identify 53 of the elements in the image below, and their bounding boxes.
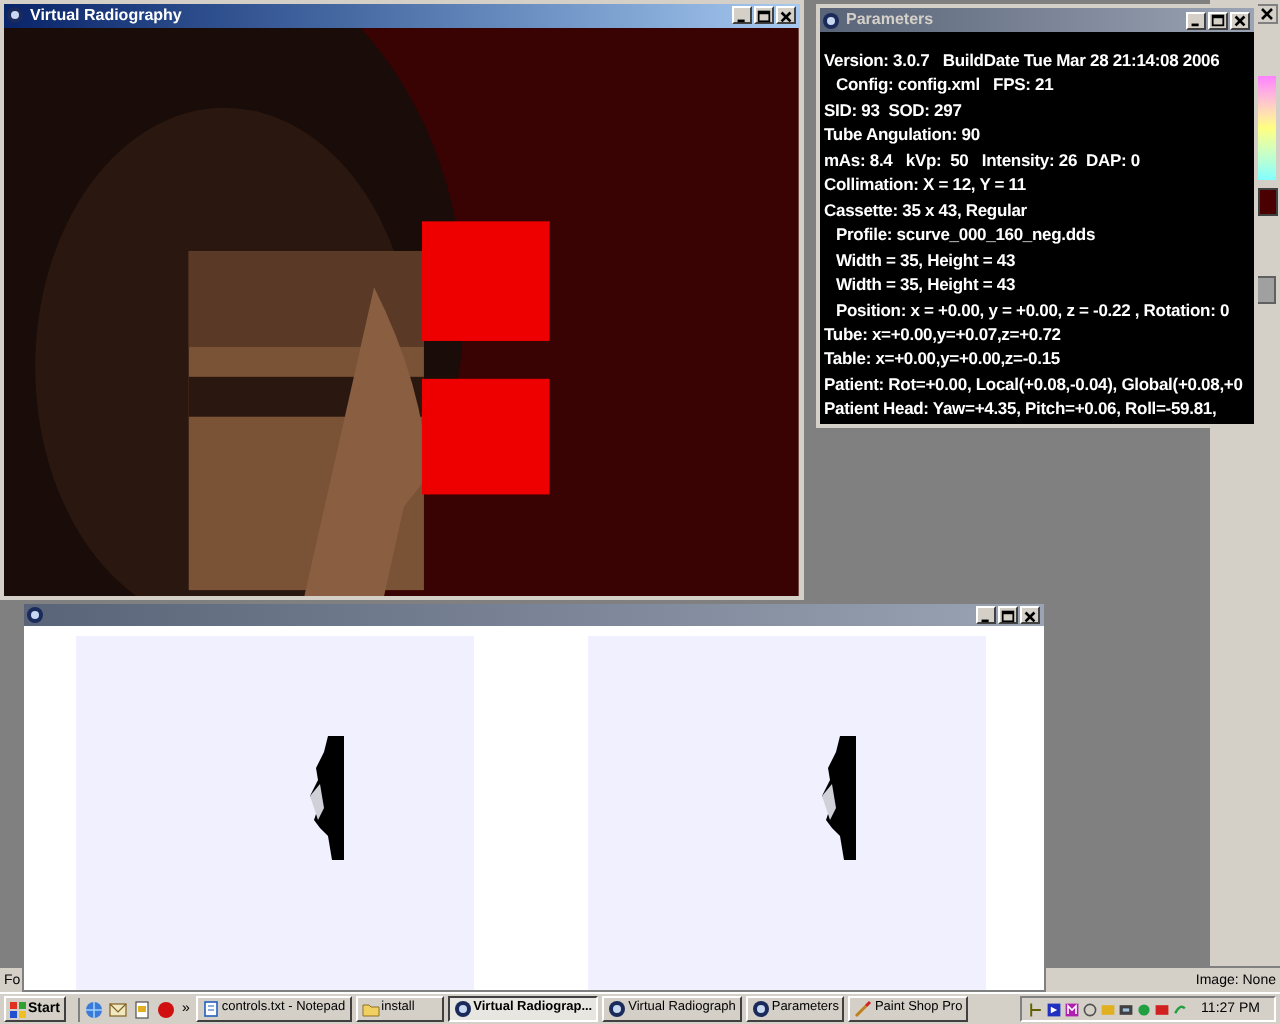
maximize-button[interactable]: [1208, 11, 1228, 29]
maximize-icon: [1210, 12, 1226, 28]
parameter-line: SID: 93 SOD: 297: [824, 97, 962, 123]
parameter-line: Width = 35, Height = 43: [834, 247, 1016, 273]
globe-icon[interactable]: [83, 999, 104, 1019]
palette-control[interactable]: [1256, 276, 1276, 304]
app-icon: [453, 1000, 472, 1018]
ring-icon[interactable]: [1081, 1001, 1098, 1017]
close-button[interactable]: [1256, 4, 1278, 24]
monitor-icon[interactable]: [1117, 1001, 1134, 1017]
parameter-line: Table: x=+0.00,y=+0.00,z=-0.15: [824, 346, 1060, 372]
parameter-line: mAs: 8.4 kVp: 50 Intensity: 26 DAP: 0: [824, 147, 1140, 173]
notepad-icon: [201, 1000, 220, 1018]
tile-icon[interactable]: [1063, 1001, 1080, 1017]
parameter-line: Tube: x=+0.00,y=+0.07,z=+0.72: [824, 321, 1061, 347]
title-bar[interactable]: [24, 604, 1044, 626]
minimize-button[interactable]: [732, 6, 752, 25]
app-icon: [6, 6, 24, 25]
maximize-icon: [756, 7, 772, 24]
maximize-icon: [1000, 607, 1016, 623]
minimize-button[interactable]: [1186, 11, 1206, 29]
app-icon: [822, 11, 840, 29]
close-icon: [1232, 12, 1248, 28]
minimize-button[interactable]: [976, 606, 996, 624]
color-swatch[interactable]: [1258, 188, 1278, 216]
color-spectrum[interactable]: [1258, 76, 1276, 180]
parameter-line: Tube Angulation: 90: [824, 122, 980, 148]
parameter-line: Position: x = +0.00, y = +0.00, z = -0.22 , Rotation: 0: [834, 297, 1230, 322]
parameter-line: Config: config.xml FPS: 21: [834, 72, 1054, 98]
parameter-line: Profile: scurve_000_160_neg.dds: [834, 222, 1096, 248]
parameter-line: Width = 35, Height = 43: [834, 272, 1016, 298]
title-bar[interactable]: Virtual Radiography: [4, 4, 800, 28]
document-icon[interactable]: [131, 999, 152, 1019]
envelope-icon[interactable]: [107, 999, 128, 1019]
close-icon: [1022, 607, 1038, 623]
maximize-button[interactable]: [998, 606, 1018, 624]
window-title: Virtual Radiography: [30, 7, 182, 24]
parameter-line: Collimation: X = 12, Y = 11: [824, 172, 1026, 198]
app-icon: [608, 1000, 627, 1018]
brush-icon: [854, 1000, 873, 1018]
record-icon[interactable]: [155, 999, 176, 1019]
speaker-icon[interactable]: [1027, 1001, 1044, 1017]
app-icon: [751, 1000, 770, 1018]
play-icon[interactable]: [1045, 1001, 1062, 1017]
parameter-line: Patient Head: Yaw=+4.35, Pitch=+0.06, Roll=-59.81,: [824, 396, 1217, 422]
parameter-line: Cassette: 35 x 43, Regular: [824, 197, 1027, 223]
parameter-line: Version: 3.0.7 BuildDate Tue Mar 28 21:14:08 2006: [824, 48, 1220, 73]
parameter-line: Patient: Rot=+0.00, Local(+0.08,-0.04), Global(+0.08,+0: [824, 371, 1243, 397]
app-icon: [26, 606, 44, 624]
folder-icon: [361, 1000, 380, 1018]
close-icon: [778, 7, 794, 24]
window-title: Parameters: [846, 12, 934, 28]
windows-logo-icon: [10, 1001, 26, 1017]
